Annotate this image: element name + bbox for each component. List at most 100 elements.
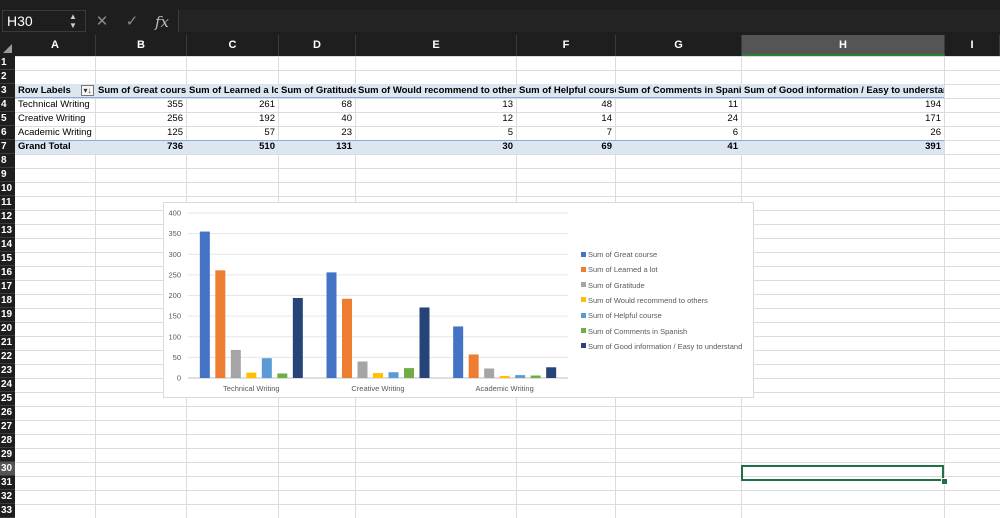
chart-bar[interactable] (530, 375, 541, 378)
row-header-33[interactable]: 33 (0, 504, 15, 518)
row-header-20[interactable]: 20 (0, 322, 15, 336)
row-header-24[interactable]: 24 (0, 378, 15, 392)
chart-bar[interactable] (230, 349, 241, 378)
pivot-row-value[interactable]: 23 (279, 126, 352, 140)
pivot-row-labels-header[interactable]: Row Labels (18, 84, 80, 98)
column-header-c[interactable]: C (187, 35, 279, 56)
row-header-23[interactable]: 23 (0, 364, 15, 378)
pivot-header-learned-a-lot[interactable]: Sum of Learned a lot (189, 84, 278, 98)
pivot-header-comments-spanish[interactable]: Sum of Comments in Spanish (618, 84, 741, 98)
chart-bar[interactable] (419, 307, 430, 378)
chart-bar[interactable] (453, 326, 464, 378)
row-header-17[interactable]: 17 (0, 280, 15, 294)
legend-item[interactable]: Sum of Good information / Easy to unders… (581, 341, 742, 353)
sort-filter-icon[interactable]: ▾↓ (81, 85, 94, 96)
chart-bar[interactable] (515, 375, 526, 378)
pivot-row-label[interactable]: Technical Writing (18, 98, 95, 112)
chart-bar[interactable] (342, 298, 352, 378)
active-cell-h30[interactable] (741, 465, 944, 481)
row-header-12[interactable]: 12 (0, 210, 15, 224)
row-header-25[interactable]: 25 (0, 392, 15, 406)
row-header-5[interactable]: 5 (0, 112, 15, 126)
chart-bar[interactable] (292, 297, 303, 378)
row-header-8[interactable]: 8 (0, 154, 15, 168)
pivot-grand-total-value[interactable]: 69 (517, 140, 612, 154)
pivot-row-value[interactable]: 57 (187, 126, 275, 140)
pivot-header-helpful-course[interactable]: Sum of Helpful course (519, 84, 616, 98)
chart-bar[interactable] (484, 368, 495, 378)
row-header-30[interactable]: 30 (0, 462, 15, 476)
pivot-grand-total-value[interactable]: 391 (742, 140, 941, 154)
row-header-10[interactable]: 10 (0, 182, 15, 196)
row-header-32[interactable]: 32 (0, 490, 15, 504)
row-header-22[interactable]: 22 (0, 350, 15, 364)
enter-icon[interactable]: ✓ (122, 12, 142, 32)
column-header-a[interactable]: A (15, 35, 96, 56)
pivot-row-value[interactable]: 26 (742, 126, 941, 140)
pivot-row-value[interactable]: 68 (279, 98, 352, 112)
chart-bar[interactable] (326, 272, 337, 378)
row-header-16[interactable]: 16 (0, 266, 15, 280)
pivot-grand-total-value[interactable]: 736 (96, 140, 183, 154)
column-header-e[interactable]: E (356, 35, 517, 56)
row-header-19[interactable]: 19 (0, 308, 15, 322)
legend-item[interactable]: Sum of Learned a lot (581, 264, 658, 276)
name-box-stepper-icon[interactable]: ▲ ▼ (66, 12, 80, 32)
pivot-row-value[interactable]: 13 (356, 98, 513, 112)
chart-bar[interactable] (404, 368, 414, 378)
row-header-18[interactable]: 18 (0, 294, 15, 308)
pivot-grand-total-value[interactable]: 30 (356, 140, 513, 154)
pivot-row-value[interactable]: 171 (742, 112, 941, 126)
row-header-11[interactable]: 11 (0, 196, 15, 210)
chart-bar[interactable] (246, 372, 257, 378)
pivot-row-value[interactable]: 256 (96, 112, 183, 126)
pivot-header-would-recommend[interactable]: Sum of Would recommend to others (358, 84, 516, 98)
row-header-27[interactable]: 27 (0, 420, 15, 434)
pivot-row-value[interactable]: 125 (96, 126, 183, 140)
column-header-f[interactable]: F (517, 35, 616, 56)
pivot-row-value[interactable]: 48 (517, 98, 612, 112)
pivot-row-value[interactable]: 11 (616, 98, 738, 112)
row-header-1[interactable]: 1 (0, 56, 15, 70)
legend-item[interactable]: Sum of Gratitude (581, 280, 645, 292)
row-header-29[interactable]: 29 (0, 448, 15, 462)
pivot-row-value[interactable]: 40 (279, 112, 352, 126)
chart-bar[interactable] (357, 361, 368, 379)
pivot-grand-total-value[interactable]: 41 (616, 140, 738, 154)
pivot-chart[interactable]: 0 50 100 150 200 250 300 350 400 Technical Writin… (163, 202, 754, 398)
legend-item[interactable]: Sum of Great course (581, 249, 657, 261)
row-header-26[interactable]: 26 (0, 406, 15, 420)
chart-bar[interactable] (277, 373, 288, 378)
row-header-4[interactable]: 4 (0, 98, 15, 112)
pivot-row-value[interactable]: 24 (616, 112, 738, 126)
row-header-14[interactable]: 14 (0, 238, 15, 252)
column-header-h[interactable]: H (742, 35, 945, 56)
formula-input[interactable] (178, 10, 1000, 32)
row-header-6[interactable]: 6 (0, 126, 15, 140)
chart-bar[interactable] (388, 372, 399, 378)
pivot-header-good-information[interactable]: Sum of Good information / Easy to unders… (744, 84, 944, 98)
chart-bar[interactable] (215, 270, 226, 378)
legend-item[interactable]: Sum of Comments in Spanish (581, 326, 687, 338)
insert-function-icon[interactable]: fx (152, 12, 172, 32)
pivot-row-value[interactable]: 192 (187, 112, 275, 126)
row-header-7[interactable]: 7 (0, 140, 15, 154)
row-header-28[interactable]: 28 (0, 434, 15, 448)
chart-bar[interactable] (373, 373, 383, 378)
pivot-row-value[interactable]: 6 (616, 126, 738, 140)
chart-bar[interactable] (468, 354, 479, 378)
pivot-header-great-course[interactable]: Sum of Great course (98, 84, 186, 98)
row-header-21[interactable]: 21 (0, 336, 15, 350)
chart-bar[interactable] (261, 358, 272, 378)
row-header-3[interactable]: 3 (0, 84, 15, 98)
cancel-icon[interactable]: ✕ (92, 12, 112, 32)
pivot-row-value[interactable]: 194 (742, 98, 941, 112)
column-header-b[interactable]: B (96, 35, 187, 56)
fill-handle[interactable] (941, 478, 948, 485)
row-header-15[interactable]: 15 (0, 252, 15, 266)
pivot-row-value[interactable]: 7 (517, 126, 612, 140)
column-header-i[interactable]: I (945, 35, 1000, 56)
pivot-grand-total-value[interactable]: 510 (187, 140, 275, 154)
row-header-9[interactable]: 9 (0, 168, 15, 182)
pivot-row-value[interactable]: 14 (517, 112, 612, 126)
